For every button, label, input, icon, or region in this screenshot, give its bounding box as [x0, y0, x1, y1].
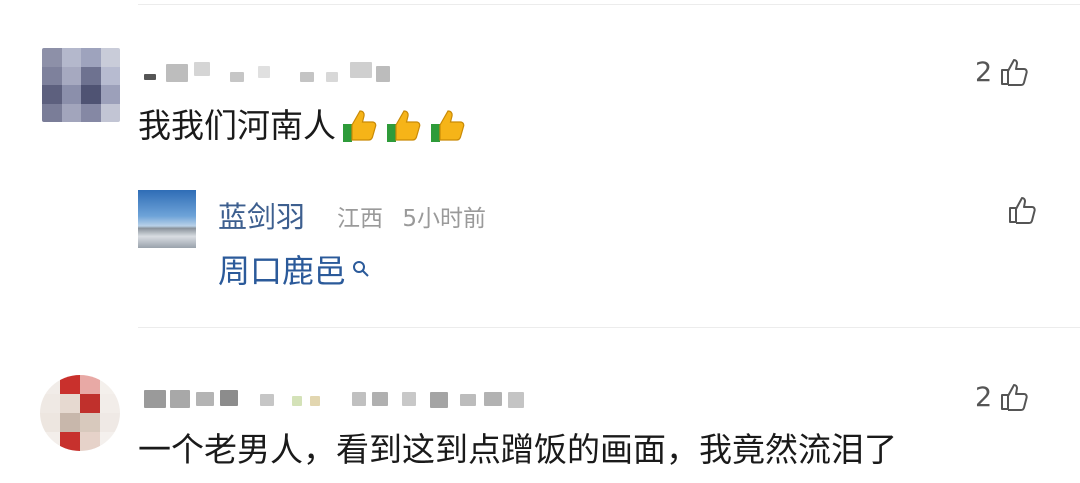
- like-button[interactable]: 2: [975, 381, 1030, 413]
- username-pixelated[interactable]: [140, 384, 540, 410]
- reply-meta: 江西 5小时前: [337, 199, 486, 233]
- thumbs-up-emoji-icon: [387, 110, 421, 142]
- top-divider: [138, 4, 1080, 5]
- thumbs-up-icon: [1001, 384, 1028, 411]
- reply-location: 江西: [337, 206, 383, 232]
- reply-author[interactable]: 蓝剑羽: [218, 194, 305, 236]
- avatar[interactable]: [42, 48, 120, 122]
- comment-divider: [138, 327, 1080, 328]
- reply-time: 5小时前: [402, 206, 486, 232]
- like-count: 2: [975, 56, 993, 88]
- like-count: 2: [975, 381, 993, 413]
- thumbs-up-icon: [1009, 197, 1036, 224]
- thumbs-up-emoji-icon: [343, 110, 377, 142]
- thumbs-up-emoji-icon: [431, 110, 465, 142]
- username-pixelated[interactable]: [140, 58, 400, 84]
- reply-search-link[interactable]: 周口鹿邑: [218, 246, 370, 292]
- comment-text: 一个老男人，看到这到点蹭饭的画面，我竟然流泪了: [138, 430, 897, 469]
- reply-avatar[interactable]: [138, 190, 196, 248]
- thumbs-up-icon: [1001, 59, 1028, 86]
- search-icon: [353, 261, 369, 277]
- avatar[interactable]: [40, 375, 120, 451]
- like-button[interactable]: 2: [975, 56, 1030, 88]
- comment-text: 我我们河南人: [138, 106, 468, 146]
- reply-like-button[interactable]: [1006, 194, 1038, 226]
